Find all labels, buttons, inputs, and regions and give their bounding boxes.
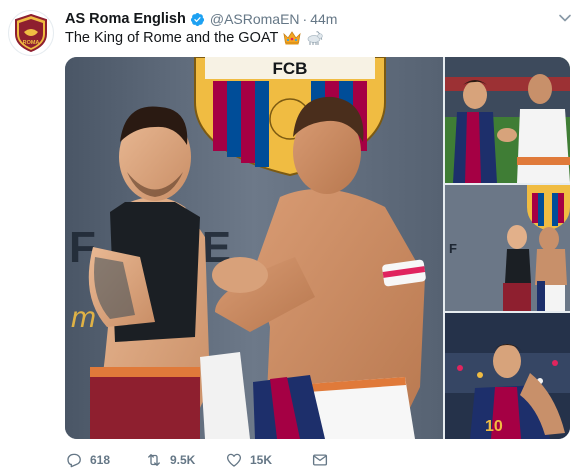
tweet-actions: 618 9.5K 15K <box>65 449 341 471</box>
timestamp[interactable]: 44m <box>310 11 337 27</box>
tweet-header: AS Roma English @ASRomaEN · 44m <box>65 9 337 29</box>
thumb-stadium-illustration: 10 <box>445 313 570 439</box>
chevron-down-icon[interactable] <box>558 11 572 25</box>
retweet-icon <box>148 454 160 466</box>
like-icon <box>226 453 242 467</box>
tweet-body: The King of Rome and the GOAT <box>65 30 279 46</box>
avatar[interactable]: ROMA <box>8 10 54 56</box>
like-button[interactable]: 15K <box>225 451 311 469</box>
photo-thumbnail-2[interactable]: F <box>445 185 570 311</box>
retweet-button[interactable]: 9.5K <box>145 451 225 469</box>
reply-icon <box>67 453 81 468</box>
retweet-count: 9.5K <box>170 453 196 467</box>
thumb-tunnel-illustration: F <box>445 185 570 311</box>
crown-emoji-icon <box>283 31 301 45</box>
tweet-text: The King of Rome and the GOAT <box>65 30 324 46</box>
photo-main[interactable]: FCB F ARCE m que cl <box>65 57 443 439</box>
roma-crest-logo: ROMA <box>15 14 47 52</box>
goat-emoji-icon <box>307 31 323 45</box>
photo-main-illustration: FCB F ARCE m que cl <box>65 57 443 439</box>
tweet: ROMA AS Roma English @ASRomaEN · 44m The… <box>0 0 586 476</box>
separator-dot: · <box>302 11 308 27</box>
photo-thumbnail-1[interactable] <box>445 57 570 183</box>
verified-badge-icon <box>190 12 204 26</box>
user-handle[interactable]: @ASRomaEN <box>210 11 300 27</box>
fcb-sign-text: FCB <box>273 59 308 78</box>
roma-crest-text: ROMA <box>23 40 40 46</box>
display-name[interactable]: AS Roma English <box>65 11 186 27</box>
direct-message-icon <box>312 454 328 466</box>
thumb-wall-text: F <box>449 241 457 256</box>
reply-button[interactable]: 618 <box>65 451 145 469</box>
like-count: 15K <box>250 453 273 467</box>
thumb-shirt-number: 10 <box>485 418 503 435</box>
photo-thumbnail-3[interactable]: 10 <box>445 313 570 439</box>
thumb-pitch-illustration <box>445 57 570 183</box>
media-grid: FCB F ARCE m que cl <box>65 57 570 439</box>
direct-message-button[interactable] <box>311 451 341 469</box>
reply-count: 618 <box>90 453 111 467</box>
